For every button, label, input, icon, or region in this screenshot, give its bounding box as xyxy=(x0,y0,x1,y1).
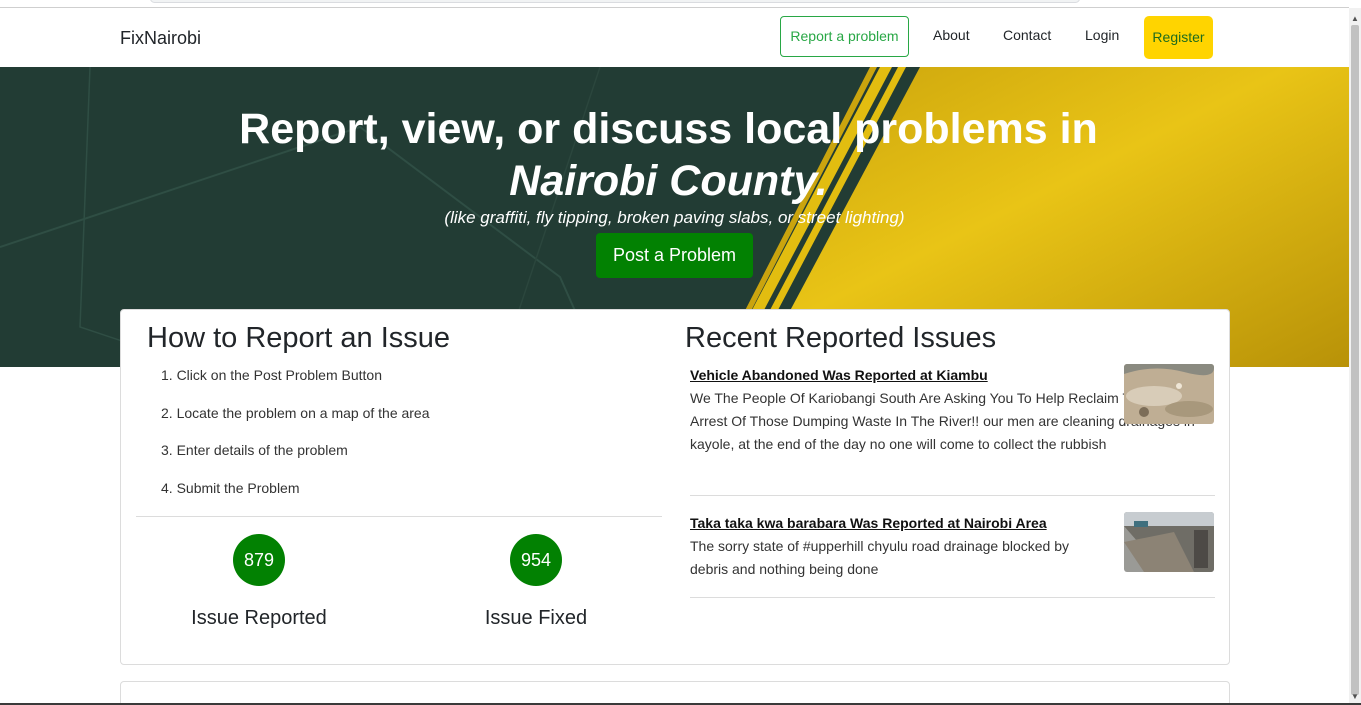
report-steps-list: 1. Click on the Post Problem Button 2. L… xyxy=(161,367,430,517)
issue-description: The sorry state of #upperhill chyulu roa… xyxy=(690,538,1069,577)
nav-login-link[interactable]: Login xyxy=(1085,27,1119,43)
how-to-report-title: How to Report an Issue xyxy=(147,322,451,354)
post-problem-button[interactable]: Post a Problem xyxy=(596,233,753,278)
address-bar[interactable] xyxy=(150,0,1080,3)
issues-reported-count: 879 xyxy=(233,534,285,586)
next-section-card xyxy=(120,681,1230,705)
river-dump-image xyxy=(1124,364,1214,424)
issue-thumbnail[interactable] xyxy=(1124,512,1214,572)
issues-reported-label: Issue Reported xyxy=(191,607,327,629)
hero-title-line2: Nairobi County. xyxy=(0,155,1337,207)
nav-contact-link[interactable]: Contact xyxy=(1003,27,1051,43)
issue-title-link[interactable]: Taka taka kwa barabara Was Reported at N… xyxy=(690,515,1110,531)
road-drainage-image xyxy=(1124,512,1214,572)
register-button[interactable]: Register xyxy=(1144,16,1213,59)
hero-subtitle: (like graffiti, fly tipping, broken pavi… xyxy=(444,208,905,227)
report-problem-button[interactable]: Report a problem xyxy=(780,16,909,57)
page-scrollbar[interactable]: ▲ ▼ xyxy=(1349,8,1361,705)
recent-issues-title: Recent Reported Issues xyxy=(685,322,997,354)
browser-top-strip xyxy=(0,0,1349,8)
issue-title-link[interactable]: Vehicle Abandoned Was Reported at Kiambu xyxy=(690,367,1110,383)
hero-title-county: Nairobi County. xyxy=(509,157,828,205)
brand-logo[interactable]: FixNairobi xyxy=(120,28,201,49)
issues-fixed-count: 954 xyxy=(510,534,562,586)
step-item: 3. Enter details of the problem xyxy=(161,442,348,459)
scrollbar-thumb[interactable] xyxy=(1351,25,1359,695)
scroll-down-icon[interactable]: ▼ xyxy=(1349,692,1361,701)
hero-title-line1: Report, view, or discuss local problems … xyxy=(239,105,1098,153)
step-item: 2. Locate the problem on a map of the ar… xyxy=(161,404,430,421)
info-card: How to Report an Issue 1. Click on the P… xyxy=(120,309,1230,665)
nav-about-link[interactable]: About xyxy=(933,27,970,43)
issues-fixed-label: Issue Fixed xyxy=(484,607,588,629)
step-item: 4. Submit the Problem xyxy=(161,479,300,496)
step-item: 1. Click on the Post Problem Button xyxy=(161,367,382,383)
navbar: FixNairobi Report a problem About Contac… xyxy=(0,8,1349,67)
stats-divider xyxy=(136,516,662,517)
scroll-up-icon[interactable]: ▲ xyxy=(1349,14,1361,23)
hero-title: Report, view, or discuss local problems … xyxy=(0,103,1337,207)
issue-thumbnail[interactable] xyxy=(1124,364,1214,424)
